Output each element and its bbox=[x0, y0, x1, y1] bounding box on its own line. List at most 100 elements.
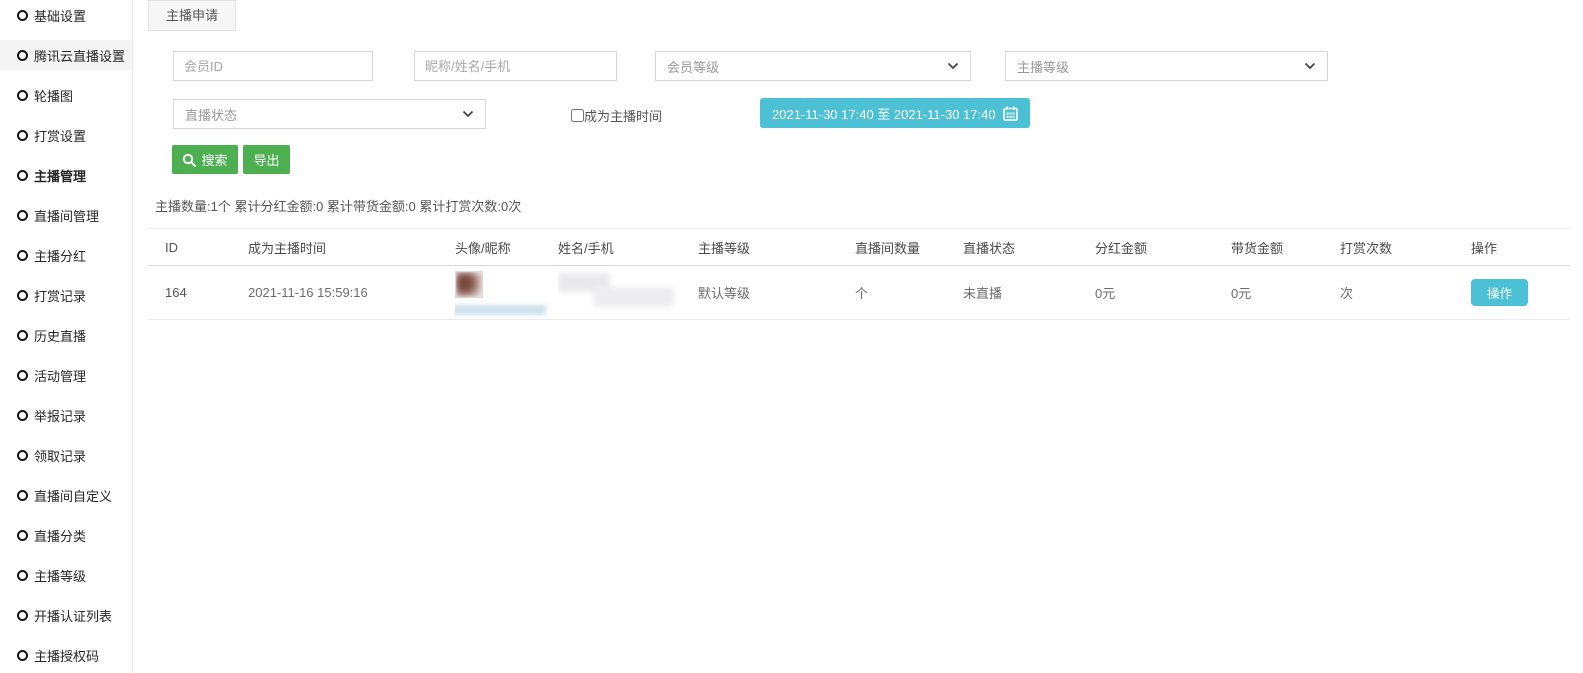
row-action-button[interactable]: 操作 bbox=[1471, 279, 1528, 306]
date-range-text: 2021-11-30 17:40 至 2021-11-30 17:40 bbox=[772, 104, 996, 123]
cell-name-phone bbox=[558, 266, 698, 320]
sidebar-item-label: 主播管理 bbox=[34, 166, 86, 185]
sidebar-item-label: 打赏设置 bbox=[34, 126, 86, 145]
circle-icon bbox=[17, 250, 28, 261]
col-header-room-count: 直播间数量 bbox=[855, 229, 963, 266]
search-button-label: 搜索 bbox=[201, 150, 227, 169]
anchor-table: ID 成为主播时间 头像/昵称 姓名/手机 主播等级 直播间数量 直播状态 分红… bbox=[148, 228, 1570, 320]
sidebar-item-liveroom-management[interactable]: 直播间管理 bbox=[0, 200, 132, 230]
sidebar-item-live-category[interactable]: 直播分类 bbox=[0, 520, 132, 550]
chevron-down-icon bbox=[1304, 62, 1316, 70]
sidebar-item-anchor-dividend[interactable]: 主播分红 bbox=[0, 240, 132, 270]
live-status-select[interactable]: 直播状态 bbox=[173, 99, 486, 129]
sidebar-item-activity-management[interactable]: 活动管理 bbox=[0, 360, 132, 390]
cell-id: 164 bbox=[148, 266, 248, 320]
nickname-name-phone-input[interactable] bbox=[414, 51, 617, 81]
nickname-blurred bbox=[455, 305, 546, 315]
cell-anchor-level: 默认等级 bbox=[698, 266, 855, 320]
circle-icon bbox=[17, 570, 28, 581]
sidebar-item-label: 主播等级 bbox=[34, 566, 86, 585]
circle-icon bbox=[17, 450, 28, 461]
sidebar-item-label: 轮播图 bbox=[34, 86, 73, 105]
sidebar-item-label: 直播间自定义 bbox=[34, 486, 112, 505]
anchor-avatar bbox=[455, 271, 483, 298]
circle-icon bbox=[17, 90, 28, 101]
circle-icon bbox=[17, 490, 28, 501]
cell-become-time: 2021-11-16 15:59:16 bbox=[248, 266, 455, 320]
sidebar-item-label: 主播授权码 bbox=[34, 646, 99, 665]
tab-anchor-application[interactable]: 主播申请 bbox=[148, 0, 236, 31]
table-row: 164 2021-11-16 15:59:16 bbox=[148, 266, 1570, 320]
sidebar-item-label: 开播认证列表 bbox=[34, 606, 112, 625]
cell-live-status: 未直播 bbox=[963, 266, 1095, 320]
circle-icon bbox=[17, 610, 28, 621]
date-range-picker-button[interactable]: 2021-11-30 17:40 至 2021-11-30 17:40 bbox=[760, 98, 1030, 128]
circle-icon bbox=[17, 50, 28, 61]
cell-goods-amount: 0元 bbox=[1231, 266, 1340, 320]
sidebar-item-basic-settings[interactable]: 基础设置 bbox=[0, 0, 132, 30]
cell-dividend-amount: 0元 bbox=[1095, 266, 1231, 320]
col-header-id: ID bbox=[148, 229, 248, 266]
anchor-level-select[interactable]: 主播等级 bbox=[1005, 51, 1328, 81]
main-content: 主播申请 会员等级 主播等级 直播状态 成为主播时间 2021-11-30 17… bbox=[133, 0, 1583, 673]
sidebar-item-label: 腾讯云直播设置 bbox=[34, 46, 125, 65]
avatar-blurred-content bbox=[456, 272, 482, 297]
export-button[interactable]: 导出 bbox=[243, 145, 290, 174]
sidebar-item-broadcast-cert-list[interactable]: 开播认证列表 bbox=[0, 600, 132, 630]
col-header-live-status: 直播状态 bbox=[963, 229, 1095, 266]
circle-icon bbox=[17, 410, 28, 421]
sidebar-item-label: 历史直播 bbox=[34, 326, 86, 345]
member-level-select[interactable]: 会员等级 bbox=[655, 51, 971, 81]
cell-action: 操作 bbox=[1471, 266, 1570, 320]
search-icon bbox=[182, 153, 196, 167]
become-anchor-time-checkbox[interactable] bbox=[571, 109, 584, 122]
cell-avatar-nickname bbox=[455, 266, 558, 320]
circle-icon bbox=[17, 10, 28, 21]
anchor-level-select-value: 主播等级 bbox=[1017, 57, 1069, 76]
become-anchor-time-checkbox-wrap[interactable]: 成为主播时间 bbox=[571, 106, 662, 125]
col-header-anchor-level: 主播等级 bbox=[698, 229, 855, 266]
circle-icon bbox=[17, 530, 28, 541]
col-header-reward-count: 打赏次数 bbox=[1340, 229, 1471, 266]
chevron-down-icon bbox=[462, 110, 474, 118]
circle-icon bbox=[17, 330, 28, 341]
sidebar-item-anchor-management[interactable]: 主播管理 bbox=[0, 160, 132, 190]
circle-icon bbox=[17, 290, 28, 301]
phone-blurred bbox=[594, 287, 674, 307]
col-header-name-phone: 姓名/手机 bbox=[558, 229, 698, 266]
sidebar-item-reward-records[interactable]: 打赏记录 bbox=[0, 280, 132, 310]
sidebar-item-history-live[interactable]: 历史直播 bbox=[0, 320, 132, 350]
sidebar-item-reward-settings[interactable]: 打赏设置 bbox=[0, 120, 132, 150]
cell-room-count: 个 bbox=[855, 266, 963, 320]
circle-icon bbox=[17, 130, 28, 141]
sidebar-item-tencent-live-settings[interactable]: 腾讯云直播设置 bbox=[0, 40, 132, 70]
chevron-down-icon bbox=[947, 62, 959, 70]
member-id-input[interactable] bbox=[173, 51, 373, 81]
sidebar-item-label: 活动管理 bbox=[34, 366, 86, 385]
col-header-action: 操作 bbox=[1471, 229, 1570, 266]
sidebar-item-liveroom-custom[interactable]: 直播间自定义 bbox=[0, 480, 132, 510]
sidebar-item-label: 直播间管理 bbox=[34, 206, 99, 225]
circle-icon bbox=[17, 170, 28, 181]
circle-icon bbox=[17, 370, 28, 381]
sidebar-item-label: 直播分类 bbox=[34, 526, 86, 545]
sidebar-item-carousel[interactable]: 轮播图 bbox=[0, 80, 132, 110]
sidebar-item-label: 举报记录 bbox=[34, 406, 86, 425]
col-header-goods-amount: 带货金额 bbox=[1231, 229, 1340, 266]
circle-icon bbox=[17, 210, 28, 221]
calendar-icon bbox=[1003, 106, 1018, 121]
sidebar-item-label: 打赏记录 bbox=[34, 286, 86, 305]
search-button[interactable]: 搜索 bbox=[172, 145, 238, 174]
sidebar-item-report-records[interactable]: 举报记录 bbox=[0, 400, 132, 430]
member-level-select-value: 会员等级 bbox=[667, 57, 719, 76]
col-header-avatar-nickname: 头像/昵称 bbox=[455, 229, 558, 266]
sidebar-item-claim-records[interactable]: 领取记录 bbox=[0, 440, 132, 470]
sidebar-item-anchor-level[interactable]: 主播等级 bbox=[0, 560, 132, 590]
live-status-select-value: 直播状态 bbox=[185, 105, 237, 124]
sidebar-item-label: 基础设置 bbox=[34, 6, 86, 25]
become-anchor-time-label: 成为主播时间 bbox=[584, 106, 662, 125]
export-button-label: 导出 bbox=[253, 150, 279, 169]
sidebar-item-anchor-auth-code[interactable]: 主播授权码 bbox=[0, 640, 132, 670]
table-header-row: ID 成为主播时间 头像/昵称 姓名/手机 主播等级 直播间数量 直播状态 分红… bbox=[148, 229, 1570, 266]
col-header-dividend-amount: 分红金额 bbox=[1095, 229, 1231, 266]
